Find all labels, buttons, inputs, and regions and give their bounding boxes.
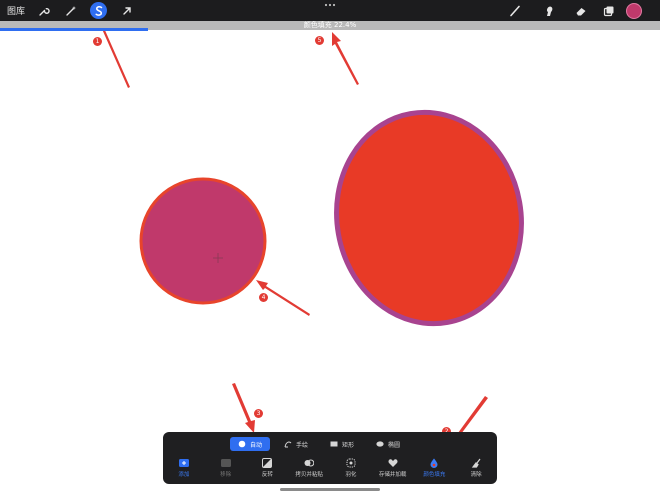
drawing-canvas[interactable] (0, 0, 660, 494)
remove-icon (220, 459, 231, 467)
clear-icon (471, 458, 481, 468)
tool-label: 清除 (470, 472, 482, 478)
more-dots-icon[interactable] (323, 2, 337, 8)
color-fill-icon (430, 458, 438, 468)
freehand-icon (284, 441, 292, 448)
fill-progress-bar (0, 28, 148, 31)
copy-paste-button[interactable]: 拷贝并粘贴 (289, 458, 329, 478)
tool-label: 添加 (178, 472, 190, 478)
current-color-swatch[interactable] (626, 3, 642, 19)
ellipse-shape[interactable] (320, 98, 538, 339)
mode-auto[interactable]: 自动 (230, 437, 271, 451)
tool-label: 反转 (261, 472, 273, 478)
brush-icon[interactable] (506, 2, 523, 19)
color-fill-button[interactable]: 颜色填充 (414, 458, 454, 478)
selection-tool-row: 添加 移除 反转 拷贝并粘贴 羽化 存储并加载 颜色填充 清除 (163, 458, 497, 478)
mode-rectangle[interactable]: 矩形 (322, 437, 362, 451)
tool-label: 存储并加载 (378, 472, 407, 478)
mode-freehand[interactable]: 手绘 (276, 437, 316, 451)
feather-icon (346, 458, 356, 468)
mode-label: 手绘 (296, 441, 309, 449)
eraser-icon[interactable] (572, 2, 589, 19)
annotation-badge-5: 5 (315, 36, 324, 45)
gallery-button[interactable]: 图库 (7, 4, 25, 17)
mode-label: 自动 (250, 441, 263, 449)
invert-button[interactable]: 反转 (247, 458, 287, 478)
add-button[interactable]: 添加 (164, 458, 204, 478)
mode-label: 椭圆 (388, 441, 401, 449)
annotation-badge-3: 3 (254, 409, 263, 418)
selection-s-icon[interactable] (90, 2, 107, 19)
invert-icon (262, 458, 273, 468)
circle-shape[interactable] (139, 177, 267, 305)
magic-wand-icon[interactable] (62, 2, 79, 19)
tool-label: 拷贝并粘贴 (295, 472, 323, 478)
tool-label: 颜色填充 (423, 472, 446, 478)
auto-dot-icon (238, 440, 246, 448)
remove-button[interactable]: 移除 (206, 458, 246, 478)
clear-button[interactable]: 清除 (456, 458, 496, 478)
mode-ellipse[interactable]: 椭圆 (368, 437, 408, 451)
tool-label: 羽化 (345, 472, 357, 478)
home-indicator[interactable] (280, 488, 380, 491)
annotation-badge-1: 1 (93, 37, 102, 46)
annotation-badge-4: 4 (259, 293, 268, 302)
selection-mode-row: 自动 手绘 矩形 椭圆 (230, 437, 408, 451)
copy-paste-icon (304, 459, 315, 467)
add-icon (178, 459, 189, 467)
smudge-icon[interactable] (540, 2, 557, 19)
wrench-icon[interactable] (35, 2, 52, 19)
arrow-cursor-icon[interactable] (118, 2, 135, 19)
mode-label: 矩形 (342, 441, 355, 449)
tool-label: 移除 (220, 472, 232, 478)
ellipse-icon (376, 441, 384, 447)
selection-panel: 自动 手绘 矩形 椭圆 添加 移除 反转 拷贝并粘贴 羽化 存储并加载 颜色填充… (163, 432, 497, 484)
feather-button[interactable]: 羽化 (331, 458, 371, 478)
heart-icon (388, 459, 398, 467)
layers-icon[interactable] (600, 2, 617, 19)
top-toolbar: 图库 (0, 0, 660, 21)
save-load-button[interactable]: 存储并加载 (373, 458, 413, 478)
rectangle-icon (330, 441, 338, 447)
